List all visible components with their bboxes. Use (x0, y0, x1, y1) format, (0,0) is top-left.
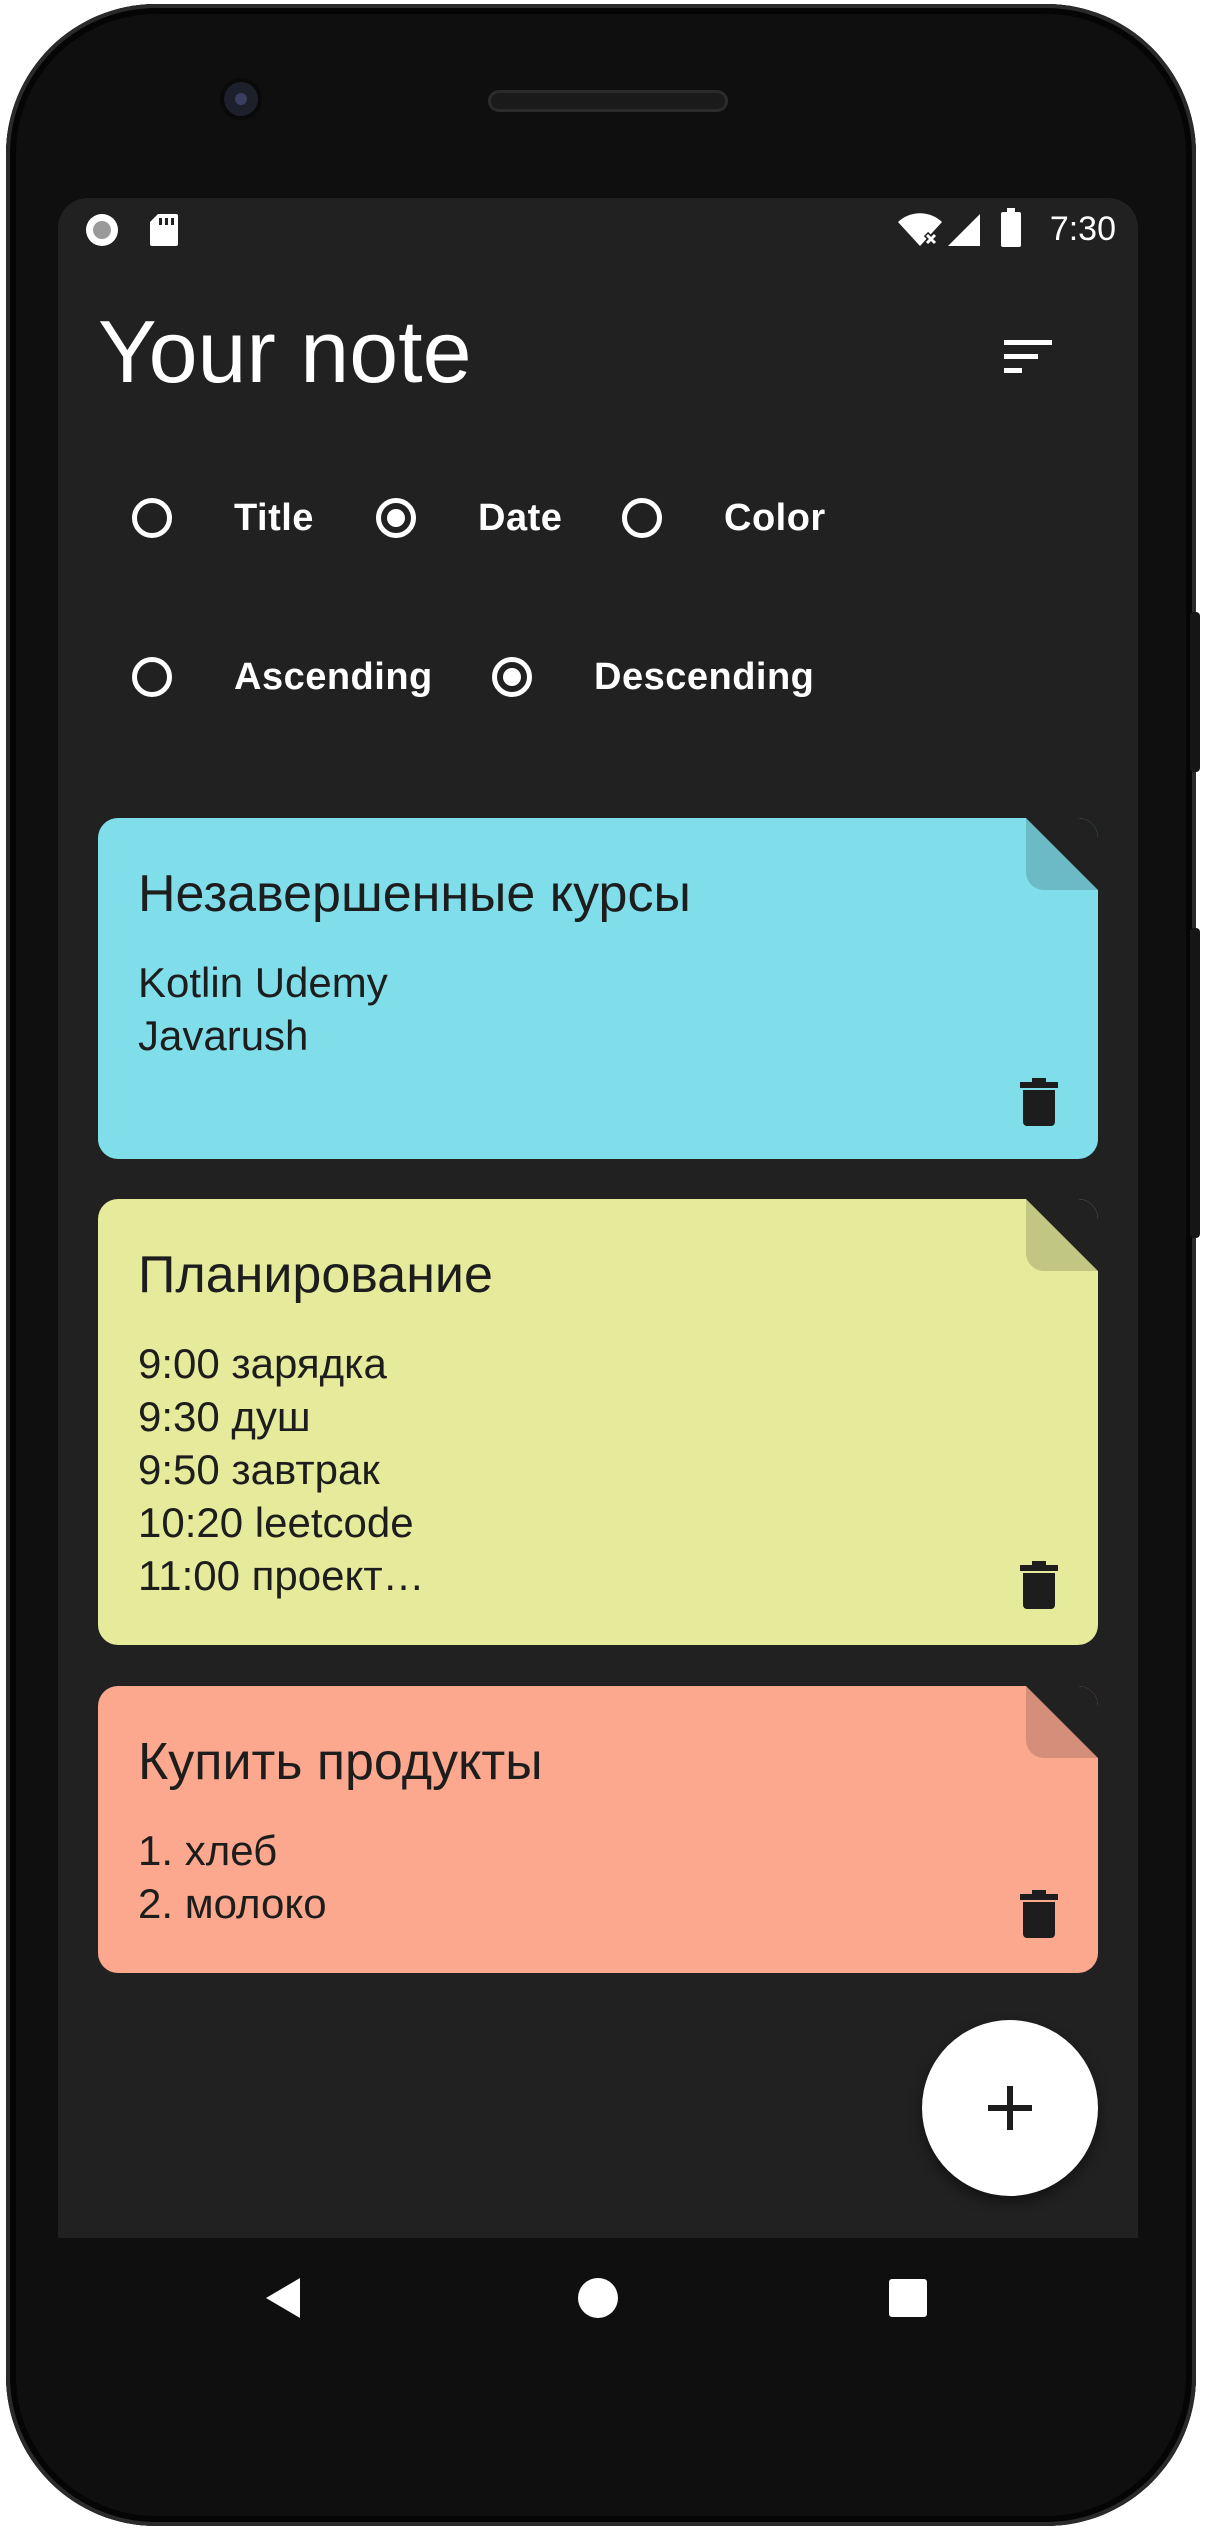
plus-icon (988, 2086, 1032, 2130)
note-content: Kotlin Udemy Javarush (138, 956, 388, 1062)
sort-ascending-option[interactable]: Ascending (132, 642, 433, 712)
earpiece-speaker (488, 90, 728, 112)
sort-by-date-option[interactable]: Date (376, 483, 562, 553)
note-corner-cut (1026, 818, 1098, 890)
note-corner-cut (1026, 1686, 1098, 1758)
note-line: 9:30 душ (138, 1393, 311, 1440)
system-nav-bar (58, 2238, 1138, 2358)
sort-by-group: Title Date Color (58, 483, 1138, 553)
delete-icon[interactable] (1020, 1890, 1058, 1938)
radio-date[interactable] (376, 498, 416, 538)
note-title: Купить продукты (138, 1733, 543, 1791)
note-line: 11:00 проект… (138, 1552, 425, 1599)
note-line: 9:50 завтрак (138, 1446, 380, 1493)
battery-icon (1001, 208, 1021, 247)
delete-icon[interactable] (1020, 1561, 1058, 1609)
radio-label-ascending: Ascending (234, 655, 433, 698)
radio-label-date: Date (478, 496, 563, 539)
note-corner-cut (1026, 1199, 1098, 1271)
note-line: Kotlin Udemy (138, 959, 388, 1006)
note-line: 2. молоко (138, 1880, 327, 1927)
front-camera (224, 82, 258, 116)
sort-icon[interactable] (998, 326, 1058, 386)
radio-ascending[interactable] (132, 657, 172, 697)
sort-order-group: Ascending Descending (58, 642, 1138, 712)
back-icon[interactable] (258, 2268, 318, 2328)
app-screen: 7:30 Your note Title Date Color Ascendin… (58, 198, 1138, 2238)
power-button (1190, 612, 1200, 772)
note-line: 10:20 leetcode (138, 1499, 414, 1546)
sort-by-color-option[interactable]: Color (622, 483, 826, 553)
radio-title[interactable] (132, 498, 172, 538)
delete-icon[interactable] (1020, 1078, 1058, 1126)
radio-descending[interactable] (492, 657, 532, 697)
add-note-button[interactable] (922, 2020, 1098, 2196)
wifi-icon (898, 213, 942, 247)
radio-color[interactable] (622, 498, 662, 538)
note-line: Javarush (138, 1012, 309, 1059)
cellular-signal-icon (948, 214, 980, 246)
radio-label-color: Color (724, 496, 826, 539)
recents-icon[interactable] (878, 2268, 938, 2328)
record-icon (86, 214, 118, 246)
note-content: 9:00 зарядка 9:30 душ 9:50 завтрак 10:20… (138, 1337, 425, 1602)
note-title: Незавершенные курсы (138, 865, 691, 923)
sort-descending-option[interactable]: Descending (492, 642, 814, 712)
note-title: Планирование (138, 1246, 493, 1304)
note-card[interactable]: Планирование 9:00 зарядка 9:30 душ 9:50 … (98, 1199, 1098, 1645)
page-title: Your note (98, 302, 472, 401)
note-line: 9:00 зарядка (138, 1340, 387, 1387)
status-bar: 7:30 (58, 198, 1138, 258)
note-card[interactable]: Незавершенные курсы Kotlin Udemy Javarus… (98, 818, 1098, 1159)
status-time: 7:30 (1049, 210, 1116, 248)
sort-by-title-option[interactable]: Title (132, 483, 314, 553)
volume-button (1190, 928, 1200, 1238)
sd-card-icon (150, 214, 178, 246)
radio-label-descending: Descending (594, 655, 815, 698)
note-card[interactable]: Купить продукты 1. хлеб 2. молоко (98, 1686, 1098, 1973)
home-icon[interactable] (568, 2268, 628, 2328)
radio-label-title: Title (234, 496, 314, 539)
note-line: 1. хлеб (138, 1827, 278, 1874)
note-content: 1. хлеб 2. молоко (138, 1824, 327, 1930)
